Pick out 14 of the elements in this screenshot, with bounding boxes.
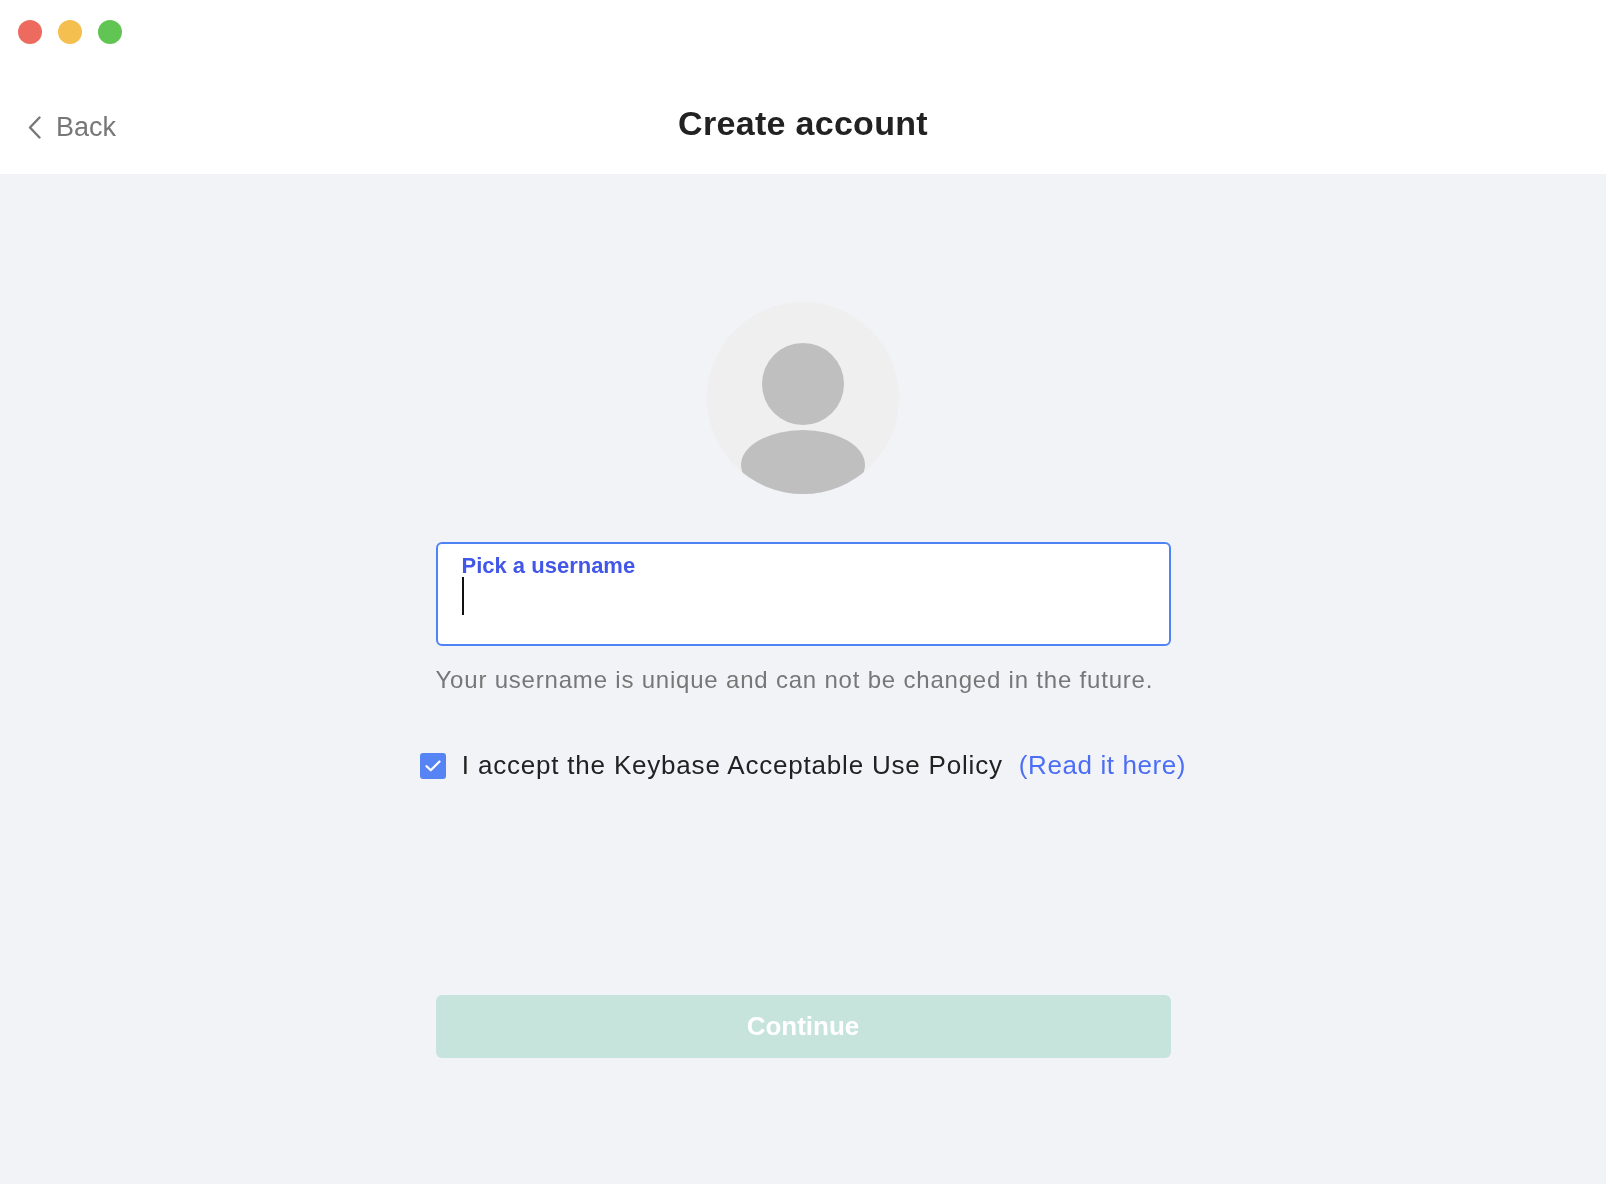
field-label: Pick a username xyxy=(461,553,636,579)
back-button[interactable]: Back xyxy=(28,111,117,143)
checkbox[interactable] xyxy=(419,752,446,779)
check-icon xyxy=(424,759,441,772)
policy-link[interactable]: (Read it here) xyxy=(1018,750,1187,781)
chevron-left-icon xyxy=(28,115,41,139)
window-control-icon[interactable] xyxy=(98,20,122,44)
username-input-field[interactable]: Pick a username xyxy=(435,542,1171,646)
policy-label: I accept the Keybase Acceptable Use Policy xyxy=(461,750,1003,781)
text-cursor xyxy=(461,577,464,615)
page-title: Create account xyxy=(678,103,928,143)
helper-text: Your username is unique and can not be changed in the future. xyxy=(435,666,1155,694)
window-control-icon[interactable] xyxy=(18,20,42,44)
window-control-icon[interactable] xyxy=(58,20,82,44)
